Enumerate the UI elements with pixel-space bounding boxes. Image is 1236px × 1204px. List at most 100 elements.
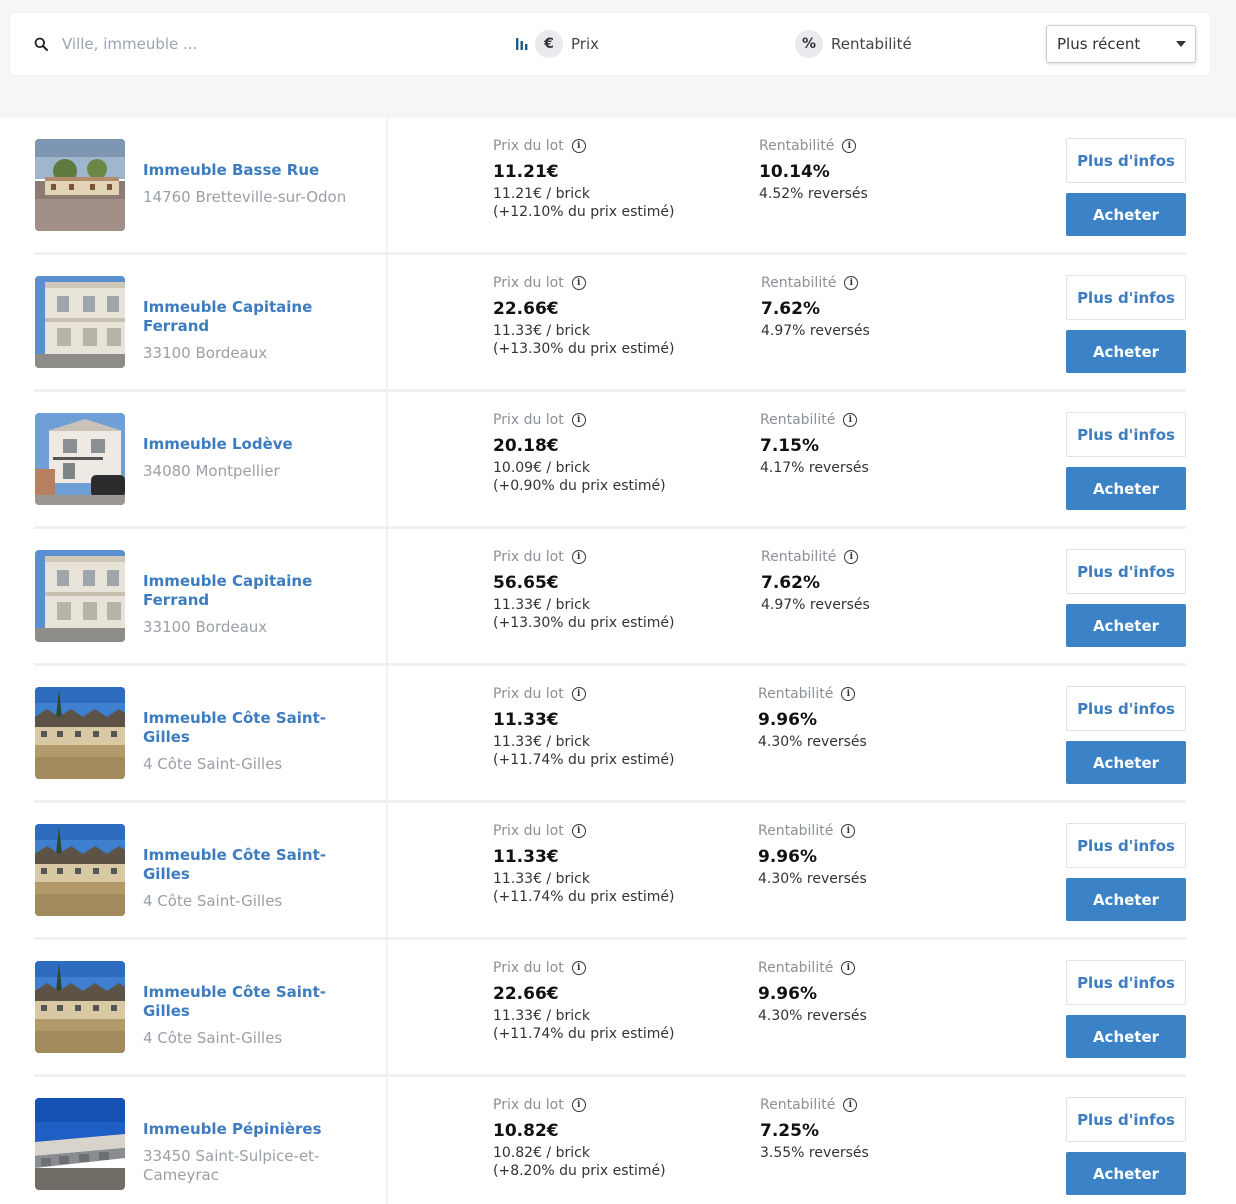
yield-label-text: Rentabilité (760, 412, 836, 428)
price-estimate-diff: (+12.10% du prix estimé) (493, 204, 675, 220)
buy-button[interactable]: Acheter (1066, 878, 1186, 921)
info-icon[interactable]: i (571, 550, 586, 564)
property-photo[interactable] (35, 139, 125, 231)
lot-price: 56.65€ (493, 573, 559, 593)
price-per-brick: 10.09€ / brick (493, 460, 590, 476)
lot-price: 22.66€ (493, 299, 559, 319)
yield-paid: 4.17% reversés (760, 460, 869, 476)
yield-value: 9.96% (758, 847, 817, 867)
property-address: 33450 Saint-Sulpice-et-Cameyrac (143, 1147, 320, 1184)
lot-price: 11.33€ (493, 847, 559, 867)
property-title[interactable]: Immeuble Basse Rue (143, 161, 343, 180)
info-icon[interactable]: i (843, 1098, 858, 1112)
yield-value: 9.96% (758, 710, 817, 730)
sort-select[interactable]: Plus récent (1046, 25, 1196, 63)
property-title[interactable]: Immeuble Lodève (143, 435, 343, 454)
more-info-button[interactable]: Plus d'infos (1066, 412, 1186, 457)
lot-price: 22.66€ (493, 984, 559, 1004)
property-photo[interactable] (35, 961, 125, 1053)
property-row: Immeuble Côte Saint-Gilles 4 Côte Saint-… (0, 803, 1236, 940)
price-label-text: Prix du lot (493, 823, 564, 839)
info-icon[interactable]: i (571, 276, 586, 290)
price-per-brick: 11.33€ / brick (493, 1008, 590, 1024)
info-icon[interactable]: i (843, 413, 858, 427)
yield-value: 7.25% (760, 1121, 819, 1141)
property-photo[interactable] (35, 687, 125, 779)
info-icon[interactable]: i (841, 687, 856, 701)
property-photo[interactable] (35, 824, 125, 916)
info-icon[interactable]: i (571, 687, 586, 701)
filter-bar: € Prix % Rentabilité Plus récent (10, 13, 1210, 75)
price-filter-label: Prix (571, 35, 599, 53)
info-icon[interactable]: i (844, 276, 859, 290)
price-label-text: Prix du lot (493, 412, 564, 428)
more-info-button[interactable]: Plus d'infos (1066, 686, 1186, 731)
buy-button[interactable]: Acheter (1066, 330, 1186, 373)
price-estimate-diff: (+13.30% du prix estimé) (493, 341, 675, 357)
yield-label: Rentabilité i (760, 1097, 858, 1113)
yield-label: Rentabilité i (761, 275, 859, 291)
price-label-text: Prix du lot (493, 275, 564, 291)
info-icon[interactable]: i (571, 961, 586, 975)
info-icon[interactable]: i (841, 961, 856, 975)
info-icon[interactable]: i (841, 824, 856, 838)
property-title[interactable]: Immeuble Côte Saint-Gilles (143, 846, 343, 884)
yield-filter-label: Rentabilité (831, 35, 912, 53)
property-row: Immeuble Capitaine Ferrand 33100 Bordeau… (0, 529, 1236, 666)
info-icon[interactable]: i (571, 1098, 586, 1112)
price-label: Prix du lot i (493, 960, 586, 976)
buy-button[interactable]: Acheter (1066, 467, 1186, 510)
property-title[interactable]: Immeuble Pépinières (143, 1120, 343, 1139)
info-icon[interactable]: i (571, 139, 586, 153)
more-info-button[interactable]: Plus d'infos (1066, 549, 1186, 594)
info-icon[interactable]: i (844, 550, 859, 564)
price-per-brick: 11.21€ / brick (493, 186, 590, 202)
property-address: 33100 Bordeaux (143, 344, 268, 362)
price-per-brick: 11.33€ / brick (493, 597, 590, 613)
property-title[interactable]: Immeuble Capitaine Ferrand (143, 572, 343, 610)
info-icon[interactable]: i (571, 413, 586, 427)
sort-select-value: Plus récent (1057, 35, 1141, 53)
more-info-button[interactable]: Plus d'infos (1066, 1097, 1186, 1142)
property-title[interactable]: Immeuble Côte Saint-Gilles (143, 709, 343, 747)
euro-icon: € (535, 30, 563, 58)
buy-button[interactable]: Acheter (1066, 1015, 1186, 1058)
property-title[interactable]: Immeuble Capitaine Ferrand (143, 298, 343, 336)
price-per-brick: 11.33€ / brick (493, 323, 590, 339)
price-per-brick: 11.33€ / brick (493, 871, 590, 887)
property-address: 4 Côte Saint-Gilles (143, 892, 283, 910)
yield-value: 7.62% (761, 299, 820, 319)
more-info-button[interactable]: Plus d'infos (1066, 138, 1186, 183)
property-photo[interactable] (35, 276, 125, 368)
buy-button[interactable]: Acheter (1066, 741, 1186, 784)
property-row: Immeuble Côte Saint-Gilles 4 Côte Saint-… (0, 940, 1236, 1077)
search-input[interactable] (62, 32, 362, 56)
property-title[interactable]: Immeuble Côte Saint-Gilles (143, 983, 343, 1021)
price-label: Prix du lot i (493, 275, 586, 291)
price-label-text: Prix du lot (493, 549, 564, 565)
percent-icon: % (795, 30, 823, 58)
info-icon[interactable]: i (571, 824, 586, 838)
price-per-brick: 11.33€ / brick (493, 734, 590, 750)
buy-button[interactable]: Acheter (1066, 193, 1186, 236)
property-photo[interactable] (35, 413, 125, 505)
info-icon[interactable]: i (842, 139, 857, 153)
buy-button[interactable]: Acheter (1066, 1152, 1186, 1195)
yield-value: 10.14% (759, 162, 830, 182)
yield-filter[interactable]: % Rentabilité (795, 30, 912, 58)
price-filter[interactable]: € Prix (515, 30, 599, 58)
yield-paid: 4.97% reversés (761, 323, 870, 339)
yield-paid: 4.30% reversés (758, 871, 867, 887)
property-row: Immeuble Lodève 34080 Montpellier Prix d… (0, 392, 1236, 529)
price-label: Prix du lot i (493, 686, 586, 702)
property-photo[interactable] (35, 1098, 125, 1190)
sort-order-icon (516, 38, 528, 50)
more-info-button[interactable]: Plus d'infos (1066, 823, 1186, 868)
property-photo[interactable] (35, 550, 125, 642)
yield-label: Rentabilité i (760, 412, 858, 428)
price-per-brick: 10.82€ / brick (493, 1145, 590, 1161)
yield-paid: 4.30% reversés (758, 1008, 867, 1024)
more-info-button[interactable]: Plus d'infos (1066, 960, 1186, 1005)
buy-button[interactable]: Acheter (1066, 604, 1186, 647)
more-info-button[interactable]: Plus d'infos (1066, 275, 1186, 320)
